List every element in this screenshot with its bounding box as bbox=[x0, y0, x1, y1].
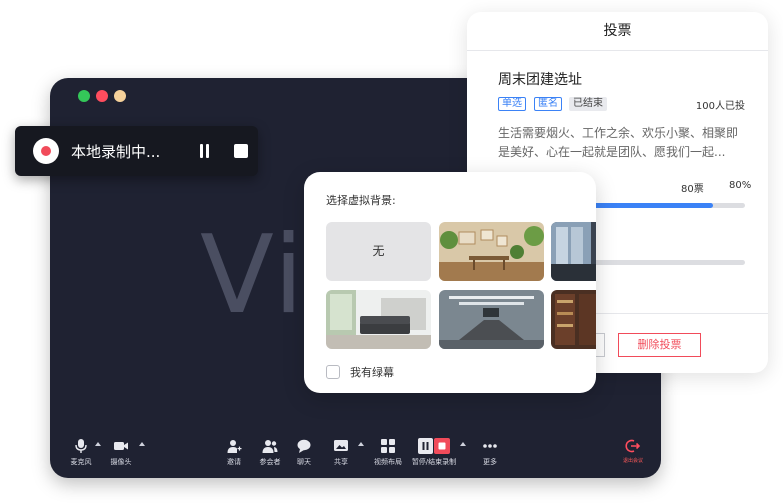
more-button[interactable]: 更多 bbox=[466, 438, 514, 467]
poll-tag-anonymous: 匿名 bbox=[534, 97, 562, 111]
option-percent: 80% bbox=[729, 180, 752, 191]
recording-indicator-icon bbox=[33, 138, 59, 164]
mic-label: 麦克风 bbox=[70, 458, 92, 466]
poll-tag-single-choice: 单选 bbox=[498, 97, 526, 111]
window-minimize-button[interactable] bbox=[114, 90, 126, 102]
poll-status-badge: 已结束 bbox=[569, 97, 607, 111]
recording-status-bar: 本地录制中... bbox=[15, 126, 258, 176]
video-layout-label: 视频布局 bbox=[374, 458, 402, 466]
add-user-icon bbox=[227, 440, 242, 453]
camera-button[interactable]: 摄像头 bbox=[97, 438, 145, 467]
record-control-label: 暂停/结束录制 bbox=[411, 458, 457, 466]
option-progress-bar bbox=[587, 260, 745, 265]
camera-label: 摄像头 bbox=[110, 458, 132, 466]
background-option-living-room[interactable] bbox=[326, 290, 431, 349]
exit-icon bbox=[625, 439, 641, 453]
camera-options-caret-icon[interactable] bbox=[139, 442, 145, 446]
poll-header: 投票 bbox=[467, 12, 768, 51]
leave-meeting-button[interactable]: 退出会议 bbox=[609, 438, 657, 464]
chat-bubble-icon bbox=[297, 439, 311, 453]
virtual-background-picker: 选择虚拟背景: 无 我有绿幕 bbox=[304, 172, 596, 393]
background-option-conference-room[interactable] bbox=[439, 290, 544, 349]
background-option-library[interactable] bbox=[551, 290, 596, 349]
delete-poll-button[interactable]: 删除投票 bbox=[618, 333, 701, 357]
option-progress-fill bbox=[587, 203, 714, 208]
invite-label: 邀请 bbox=[227, 458, 241, 466]
poll-title: 周末团建选址 bbox=[498, 72, 582, 88]
window-zoom-button[interactable] bbox=[78, 90, 90, 102]
leave-meeting-label: 退出会议 bbox=[622, 458, 643, 464]
option-votes: 80票 bbox=[681, 184, 704, 195]
video-layout-button[interactable]: 视频布局 bbox=[364, 438, 412, 467]
poll-voted-count: 100人已投 bbox=[695, 101, 745, 112]
camera-icon bbox=[114, 442, 128, 450]
record-control-button[interactable]: 暂停/结束录制 bbox=[410, 438, 458, 467]
microphone-icon bbox=[75, 439, 87, 453]
more-dots-icon bbox=[483, 444, 497, 448]
background-option-none[interactable]: 无 bbox=[326, 222, 431, 281]
chat-label: 聊天 bbox=[297, 458, 311, 466]
participants-label: 参会者 bbox=[259, 458, 281, 466]
video-placeholder-text: Vi bbox=[200, 213, 306, 338]
recording-status-text: 本地录制中... bbox=[71, 143, 161, 161]
green-screen-checkbox[interactable] bbox=[326, 365, 340, 379]
poll-description: 生活需要烟火、工作之余、欢乐小聚、相聚即是美好、心在一起就是团队、愿我们一起..… bbox=[498, 126, 739, 159]
meeting-toolbar: 麦克风 摄像头 邀请 参会者 聊天 共享 视频布局 暂停/结束录制 更多 退出会… bbox=[50, 432, 661, 478]
share-screen-icon bbox=[334, 440, 348, 451]
participants-icon bbox=[262, 440, 278, 453]
more-label: 更多 bbox=[483, 458, 497, 466]
stop-recording-icon[interactable] bbox=[234, 144, 248, 158]
window-close-button[interactable] bbox=[96, 90, 108, 102]
option-progress-bar bbox=[587, 203, 745, 208]
pause-recording-icon[interactable] bbox=[198, 144, 210, 158]
share-label: 共享 bbox=[334, 458, 348, 466]
background-option-green-room[interactable] bbox=[439, 222, 544, 281]
pause-stop-record-icon bbox=[418, 438, 450, 454]
grid-layout-icon bbox=[381, 439, 395, 453]
background-picker-title: 选择虚拟背景: bbox=[326, 194, 396, 207]
background-option-office[interactable] bbox=[551, 222, 596, 281]
green-screen-label: 我有绿幕 bbox=[350, 366, 394, 379]
